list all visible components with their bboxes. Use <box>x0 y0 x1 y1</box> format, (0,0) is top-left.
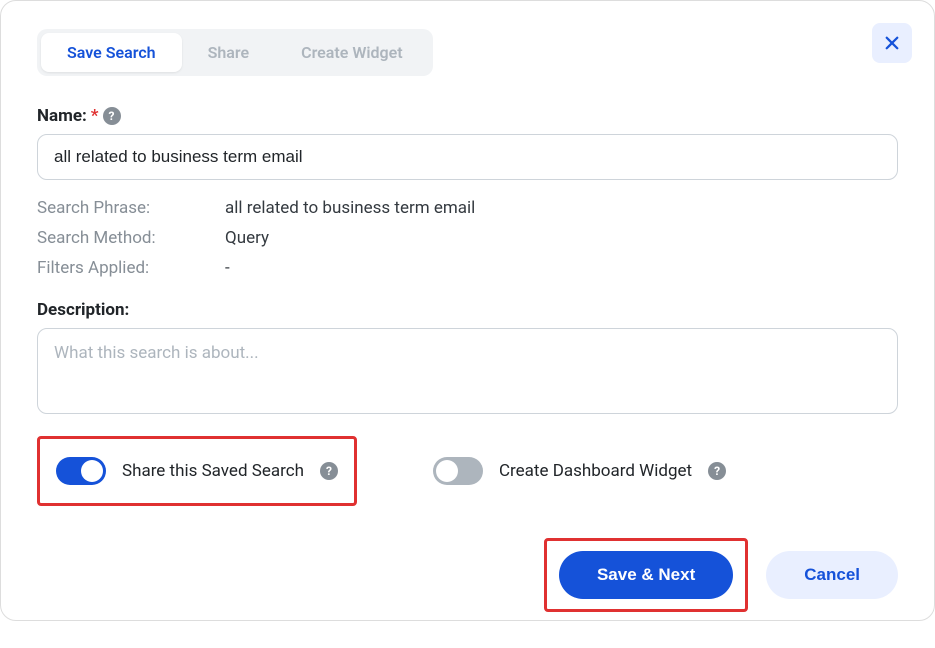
name-label-row: Name: * ? <box>37 106 898 126</box>
tab-create-widget[interactable]: Create Widget <box>275 33 429 72</box>
filters-applied-value: - <box>225 258 898 278</box>
share-toggle-group: Share this Saved Search ? <box>37 436 357 506</box>
required-indicator: * <box>91 106 99 126</box>
close-icon <box>883 34 901 52</box>
close-button[interactable] <box>872 23 912 63</box>
help-icon[interactable]: ? <box>320 462 338 480</box>
toggle-row: Share this Saved Search ? Create Dashboa… <box>37 436 898 506</box>
widget-toggle-group: Create Dashboard Widget ? <box>417 436 742 506</box>
search-method-label: Search Method: <box>37 228 225 248</box>
tab-bar: Save Search Share Create Widget <box>37 29 433 76</box>
save-next-highlight: Save & Next <box>544 538 748 612</box>
name-label: Name: <box>37 106 87 126</box>
save-next-button[interactable]: Save & Next <box>559 551 733 599</box>
share-toggle[interactable] <box>56 457 106 485</box>
save-search-modal: Save Search Share Create Widget Name: * … <box>1 1 934 648</box>
description-textarea[interactable] <box>37 328 898 414</box>
widget-toggle[interactable] <box>433 457 483 485</box>
widget-toggle-label: Create Dashboard Widget <box>499 461 692 481</box>
search-phrase-value: all related to business term email <box>225 198 898 218</box>
search-phrase-label: Search Phrase: <box>37 198 225 218</box>
help-icon[interactable]: ? <box>708 462 726 480</box>
toggle-knob <box>436 460 458 482</box>
tab-share[interactable]: Share <box>182 33 276 72</box>
filters-applied-label: Filters Applied: <box>37 258 225 278</box>
button-row: Save & Next Cancel <box>37 538 898 612</box>
toggle-knob <box>81 460 103 482</box>
cancel-button[interactable]: Cancel <box>766 551 898 599</box>
description-label: Description: <box>37 300 898 320</box>
tab-save-search[interactable]: Save Search <box>41 33 182 72</box>
name-input[interactable] <box>37 134 898 180</box>
search-info: Search Phrase: all related to business t… <box>37 198 898 278</box>
help-icon[interactable]: ? <box>103 107 121 125</box>
share-toggle-label: Share this Saved Search <box>122 461 304 481</box>
search-method-value: Query <box>225 228 898 248</box>
